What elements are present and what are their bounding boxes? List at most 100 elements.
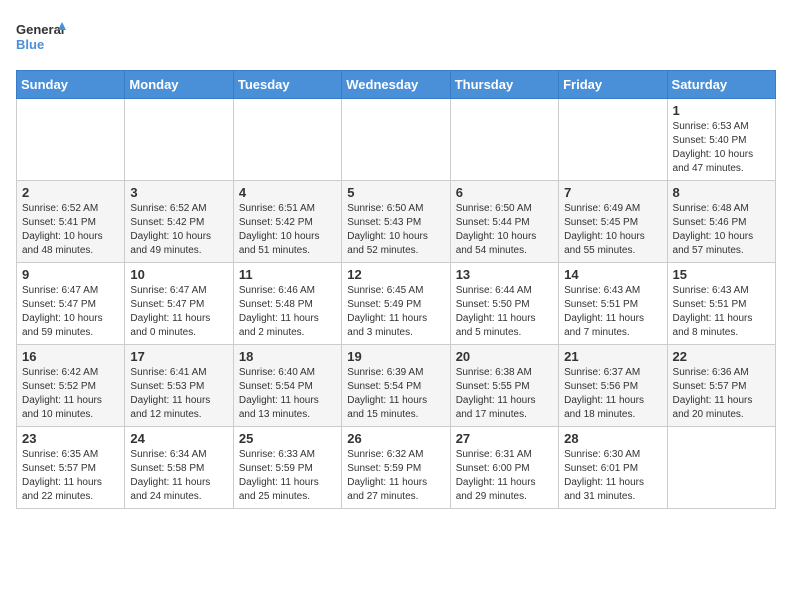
calendar-cell: 13 Sunrise: 6:44 AM Sunset: 5:50 PM Dayli… [450, 263, 558, 345]
calendar-cell [559, 99, 667, 181]
day-number: 8 [673, 185, 770, 200]
logo-svg: General Blue [16, 16, 66, 60]
calendar-cell: 15 Sunrise: 6:43 AM Sunset: 5:51 PM Dayli… [667, 263, 775, 345]
day-info: Sunrise: 6:50 AM Sunset: 5:43 PM Dayligh… [347, 202, 444, 258]
day-info: Sunrise: 6:38 AM Sunset: 5:55 PM Dayligh… [456, 366, 553, 422]
calendar-cell: 18 Sunrise: 6:40 AM Sunset: 5:54 PM Dayli… [233, 345, 341, 427]
day-info: Sunrise: 6:48 AM Sunset: 5:46 PM Dayligh… [673, 202, 770, 258]
calendar-cell [450, 99, 558, 181]
day-number: 14 [564, 267, 661, 282]
day-info: Sunrise: 6:30 AM Sunset: 6:01 PM Dayligh… [564, 448, 661, 504]
weekday-header-thursday: Thursday [450, 71, 558, 99]
day-number: 9 [22, 267, 119, 282]
weekday-header-saturday: Saturday [667, 71, 775, 99]
calendar-cell: 26Sunrise: 6:32 AM Sunset: 5:59 PM Dayli… [342, 427, 450, 509]
day-info: Sunrise: 6:47 AM Sunset: 5:47 PM Dayligh… [130, 284, 227, 340]
day-number: 4 [239, 185, 336, 200]
day-info: Sunrise: 6:53 AM Sunset: 5:40 PM Dayligh… [673, 120, 770, 176]
day-number: 11 [239, 267, 336, 282]
calendar-cell: 22 Sunrise: 6:36 AM Sunset: 5:57 PM Dayli… [667, 345, 775, 427]
calendar-week-5: 23 Sunrise: 6:35 AM Sunset: 5:57 PM Dayli… [17, 427, 776, 509]
calendar-cell: 27Sunrise: 6:31 AM Sunset: 6:00 PM Dayli… [450, 427, 558, 509]
day-info: Sunrise: 6:34 AM Sunset: 5:58 PM Dayligh… [130, 448, 227, 504]
calendar-cell: 23 Sunrise: 6:35 AM Sunset: 5:57 PM Dayli… [17, 427, 125, 509]
day-number: 22 [673, 349, 770, 364]
day-number: 15 [673, 267, 770, 282]
calendar-cell: 6Sunrise: 6:50 AM Sunset: 5:44 PM Daylig… [450, 181, 558, 263]
day-info: Sunrise: 6:40 AM Sunset: 5:54 PM Dayligh… [239, 366, 336, 422]
day-number: 18 [239, 349, 336, 364]
day-number: 25 [239, 431, 336, 446]
day-number: 28 [564, 431, 661, 446]
calendar-cell: 16 Sunrise: 6:42 AM Sunset: 5:52 PM Dayli… [17, 345, 125, 427]
calendar-cell: 11 Sunrise: 6:46 AM Sunset: 5:48 PM Dayli… [233, 263, 341, 345]
calendar-cell: 12Sunrise: 6:45 AM Sunset: 5:49 PM Dayli… [342, 263, 450, 345]
day-info: Sunrise: 6:42 AM Sunset: 5:52 PM Dayligh… [22, 366, 119, 422]
day-info: Sunrise: 6:46 AM Sunset: 5:48 PM Dayligh… [239, 284, 336, 340]
day-info: Sunrise: 6:37 AM Sunset: 5:56 PM Dayligh… [564, 366, 661, 422]
calendar-cell: 2Sunrise: 6:52 AM Sunset: 5:41 PM Daylig… [17, 181, 125, 263]
day-info: Sunrise: 6:39 AM Sunset: 5:54 PM Dayligh… [347, 366, 444, 422]
calendar-cell: 19 Sunrise: 6:39 AM Sunset: 5:54 PM Dayli… [342, 345, 450, 427]
day-info: Sunrise: 6:35 AM Sunset: 5:57 PM Dayligh… [22, 448, 119, 504]
day-number: 24 [130, 431, 227, 446]
calendar-week-1: 1 Sunrise: 6:53 AM Sunset: 5:40 PM Daylig… [17, 99, 776, 181]
day-info: Sunrise: 6:43 AM Sunset: 5:51 PM Dayligh… [564, 284, 661, 340]
calendar-cell: 1 Sunrise: 6:53 AM Sunset: 5:40 PM Daylig… [667, 99, 775, 181]
day-info: Sunrise: 6:49 AM Sunset: 5:45 PM Dayligh… [564, 202, 661, 258]
calendar-week-3: 9 Sunrise: 6:47 AM Sunset: 5:47 PM Daylig… [17, 263, 776, 345]
day-number: 5 [347, 185, 444, 200]
day-number: 19 [347, 349, 444, 364]
day-number: 3 [130, 185, 227, 200]
calendar-cell [233, 99, 341, 181]
calendar-week-2: 2Sunrise: 6:52 AM Sunset: 5:41 PM Daylig… [17, 181, 776, 263]
day-number: 2 [22, 185, 119, 200]
day-number: 26 [347, 431, 444, 446]
day-info: Sunrise: 6:41 AM Sunset: 5:53 PM Dayligh… [130, 366, 227, 422]
day-number: 10 [130, 267, 227, 282]
day-info: Sunrise: 6:43 AM Sunset: 5:51 PM Dayligh… [673, 284, 770, 340]
day-number: 20 [456, 349, 553, 364]
calendar-week-4: 16 Sunrise: 6:42 AM Sunset: 5:52 PM Dayli… [17, 345, 776, 427]
day-info: Sunrise: 6:50 AM Sunset: 5:44 PM Dayligh… [456, 202, 553, 258]
weekday-header-monday: Monday [125, 71, 233, 99]
day-number: 13 [456, 267, 553, 282]
svg-text:Blue: Blue [16, 37, 44, 52]
day-number: 16 [22, 349, 119, 364]
calendar-cell [17, 99, 125, 181]
day-number: 23 [22, 431, 119, 446]
svg-text:General: General [16, 22, 64, 37]
page-header: General Blue [16, 16, 776, 60]
calendar-cell: 9 Sunrise: 6:47 AM Sunset: 5:47 PM Daylig… [17, 263, 125, 345]
logo: General Blue [16, 16, 66, 60]
calendar-table: SundayMondayTuesdayWednesdayThursdayFrid… [16, 70, 776, 509]
weekday-header-wednesday: Wednesday [342, 71, 450, 99]
calendar-cell [342, 99, 450, 181]
day-info: Sunrise: 6:51 AM Sunset: 5:42 PM Dayligh… [239, 202, 336, 258]
calendar-cell: 10 Sunrise: 6:47 AM Sunset: 5:47 PM Dayli… [125, 263, 233, 345]
day-info: Sunrise: 6:36 AM Sunset: 5:57 PM Dayligh… [673, 366, 770, 422]
day-info: Sunrise: 6:33 AM Sunset: 5:59 PM Dayligh… [239, 448, 336, 504]
weekday-header-friday: Friday [559, 71, 667, 99]
day-number: 27 [456, 431, 553, 446]
calendar-cell: 5 Sunrise: 6:50 AM Sunset: 5:43 PM Daylig… [342, 181, 450, 263]
calendar-cell [667, 427, 775, 509]
calendar-cell: 24 Sunrise: 6:34 AM Sunset: 5:58 PM Dayli… [125, 427, 233, 509]
weekday-header-sunday: Sunday [17, 71, 125, 99]
day-number: 1 [673, 103, 770, 118]
calendar-cell: 28 Sunrise: 6:30 AM Sunset: 6:01 PM Dayli… [559, 427, 667, 509]
calendar-cell: 20 Sunrise: 6:38 AM Sunset: 5:55 PM Dayli… [450, 345, 558, 427]
calendar-cell: 21 Sunrise: 6:37 AM Sunset: 5:56 PM Dayli… [559, 345, 667, 427]
day-number: 12 [347, 267, 444, 282]
calendar-cell: 3 Sunrise: 6:52 AM Sunset: 5:42 PM Daylig… [125, 181, 233, 263]
calendar-body: 1 Sunrise: 6:53 AM Sunset: 5:40 PM Daylig… [17, 99, 776, 509]
weekday-header-row: SundayMondayTuesdayWednesdayThursdayFrid… [17, 71, 776, 99]
day-info: Sunrise: 6:44 AM Sunset: 5:50 PM Dayligh… [456, 284, 553, 340]
day-info: Sunrise: 6:47 AM Sunset: 5:47 PM Dayligh… [22, 284, 119, 340]
calendar-cell: 14 Sunrise: 6:43 AM Sunset: 5:51 PM Dayli… [559, 263, 667, 345]
calendar-cell: 25 Sunrise: 6:33 AM Sunset: 5:59 PM Dayli… [233, 427, 341, 509]
day-number: 21 [564, 349, 661, 364]
calendar-cell: 8 Sunrise: 6:48 AM Sunset: 5:46 PM Daylig… [667, 181, 775, 263]
calendar-cell [125, 99, 233, 181]
day-info: Sunrise: 6:52 AM Sunset: 5:42 PM Dayligh… [130, 202, 227, 258]
